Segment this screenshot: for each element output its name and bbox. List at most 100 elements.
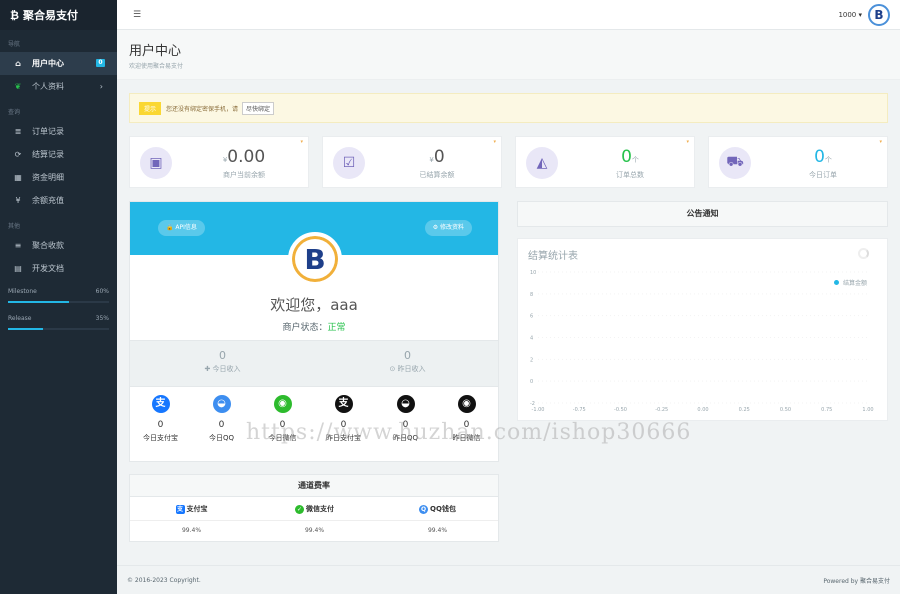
pay-value: 0 <box>157 420 164 430</box>
stat-number: 0 <box>433 147 445 167</box>
x-tick-label: -0.75 <box>573 407 586 413</box>
nav-section-other: 其他 <box>8 223 21 230</box>
progress-value: 35% <box>95 315 109 322</box>
sidebar: ₿ 聚合易支付 导航 ⌂ 用户中心 0 ❦ 个人资料 › 查询 ≣ 订单记录 ⟳… <box>0 0 117 594</box>
sidebar-item-settlements[interactable]: ⟳ 结算记录 <box>0 143 117 166</box>
welcome-text: 欢迎您，aaa <box>270 296 358 314</box>
sidebar-item-aggregate-payment[interactable]: ≡ 聚合收款 <box>0 234 117 257</box>
progress-bar <box>8 301 109 303</box>
stat-card-balance: ▾ ▣ ¥0.00 商户当前余额 <box>129 136 309 188</box>
user-name[interactable]: 1000 ▾ <box>838 11 862 19</box>
notice-header[interactable]: 公告通知 <box>517 201 888 227</box>
income-value: 0 <box>219 349 226 362</box>
stat-value: 0个 <box>566 147 694 167</box>
refresh-icon: ⟳ <box>14 150 22 159</box>
income-label: ⊙ 昨日收入 <box>389 365 426 373</box>
rate-value: 99.4% <box>304 527 325 534</box>
rate-header: 支支付宝 <box>130 504 253 514</box>
corner-arrow-icon: ▾ <box>493 139 496 145</box>
corner-arrow-icon: ▾ <box>300 139 303 145</box>
edit-profile-button[interactable]: ⚙ 修改资料 <box>424 220 472 236</box>
book-icon: ▤ <box>14 264 22 273</box>
x-tick-label: 0.00 <box>697 407 708 413</box>
merchant-logo: B <box>288 232 342 286</box>
bind-phone-button[interactable]: 尽快绑定 <box>242 101 275 115</box>
menu-toggle-icon[interactable]: ☰ <box>133 10 141 20</box>
rate-header: Q QQ钱包 <box>376 504 499 514</box>
footer-powered: Powered by 聚合易支付 <box>823 577 890 585</box>
wallet-icon: ▣ <box>140 147 172 179</box>
divider <box>130 520 498 521</box>
sidebar-item-docs[interactable]: ▤ 开发文档 <box>0 257 117 280</box>
stat-unit: 个 <box>631 156 639 164</box>
sidebar-item-funds[interactable]: ▦ 资金明细 <box>0 166 117 189</box>
chevron-right-icon: › <box>99 82 103 91</box>
pay-label: 今日QQ <box>208 434 235 442</box>
alert-text: 您还没有绑定密保手机，请 <box>166 105 239 113</box>
pay-stat: ◒ 0 今日QQ <box>191 395 252 443</box>
alipay-icon: 支 <box>151 395 170 413</box>
progress-fill <box>8 301 69 303</box>
x-tick-label: 0.25 <box>739 407 750 413</box>
footer: © 2016-2023 Copyright. Powered by 聚合易支付 <box>117 565 900 594</box>
topbar: ☰ 1000 ▾ B <box>117 0 900 30</box>
progress-bar <box>8 328 109 330</box>
income-panel: 0 ✚ 今日收入 0 ⊙ 昨日收入 <box>129 341 499 386</box>
page-header: 用户中心 欢迎使用聚合易支付 <box>117 30 900 80</box>
page-subtitle: 欢迎使用聚合易支付 <box>129 63 184 70</box>
status-value: 正常 <box>327 323 346 333</box>
sidebar-item-label: 开发文档 <box>32 264 64 273</box>
pay-value: 0 <box>218 420 225 430</box>
sidebar-item-label: 余额充值 <box>32 196 64 205</box>
list-icon: ≣ <box>14 127 22 136</box>
leaf-icon: ❦ <box>14 82 22 91</box>
api-info-button[interactable]: 🔒 API信息 <box>158 220 205 236</box>
y-tick-label: 10 <box>530 270 536 276</box>
rate-name: QQ钱包 <box>430 505 456 513</box>
x-tick-label: -1.00 <box>532 407 545 413</box>
sidebar-item-label: 结算记录 <box>32 150 64 159</box>
yen-icon: ¥ <box>15 196 21 205</box>
y-tick-label: 2 <box>530 357 533 363</box>
x-tick-label: 1.00 <box>862 407 873 413</box>
progress-list: Milestone 60% Release 35% <box>0 288 117 330</box>
brand-name: 聚合易支付 <box>22 9 78 22</box>
grid-icon: ▦ <box>14 173 22 182</box>
footer-copyright: © 2016-2023 Copyright. <box>127 576 201 584</box>
sidebar-item-profile[interactable]: ❦ 个人资料 › <box>0 75 117 98</box>
stat-card-orders-total: ▾ ◭ 0个 订单总数 <box>515 136 695 188</box>
stat-card-settled: ▾ ☑ ¥0 已结算余额 <box>322 136 502 188</box>
stat-number: 0 <box>814 147 825 167</box>
sidebar-item-user-center[interactable]: ⌂ 用户中心 0 <box>0 52 117 75</box>
sidebar-item-orders[interactable]: ≣ 订单记录 <box>0 120 117 143</box>
progress-row: Milestone 60% <box>8 288 109 295</box>
income-label: ✚ 今日收入 <box>204 365 241 373</box>
home-icon: ⌂ <box>15 59 21 68</box>
profile-card: 🔒 API信息 ⚙ 修改资料 B 欢迎您，aaa 商户状态：正常 <box>129 201 499 341</box>
y-tick-label: 8 <box>530 292 533 298</box>
income-today: 0 ✚ 今日收入 <box>130 349 315 374</box>
progress-label: Release <box>8 315 32 322</box>
sidebar-item-recharge[interactable]: ¥ 余额充值 <box>0 189 117 212</box>
nav-section-nav: 导航 <box>8 41 21 48</box>
avatar[interactable]: B <box>868 4 890 26</box>
user-menu[interactable]: 1000 ▾ B <box>838 4 890 26</box>
channel-rates: 通道费率 支支付宝 ✓ 微信支付 Q QQ钱包 99.4% 99.4% 99.4% <box>129 474 499 542</box>
sidebar-badge: 0 <box>96 59 105 67</box>
stat-label: 商户当前余额 <box>223 171 265 179</box>
rate-name: 微信支付 <box>306 505 334 513</box>
stat-number: 0 <box>621 147 632 167</box>
alert-tag: 提示 <box>139 101 162 115</box>
y-tick-label: 6 <box>530 314 533 320</box>
brand[interactable]: ₿ 聚合易支付 <box>0 0 117 30</box>
rates-title: 通道费率 <box>130 475 498 497</box>
y-tick-label: 0 <box>530 379 533 385</box>
rate-value: 99.4% <box>181 527 202 534</box>
progress-label: Milestone <box>8 288 37 295</box>
stat-unit: 个 <box>824 156 832 164</box>
wechat-icon: ◉ <box>457 395 476 413</box>
status-label: 商户状态： <box>282 323 328 333</box>
y-tick-label: 4 <box>530 336 533 342</box>
qq-icon: ◒ <box>396 395 415 413</box>
alert-banner: 提示 您还没有绑定密保手机，请 尽快绑定 <box>129 93 888 123</box>
